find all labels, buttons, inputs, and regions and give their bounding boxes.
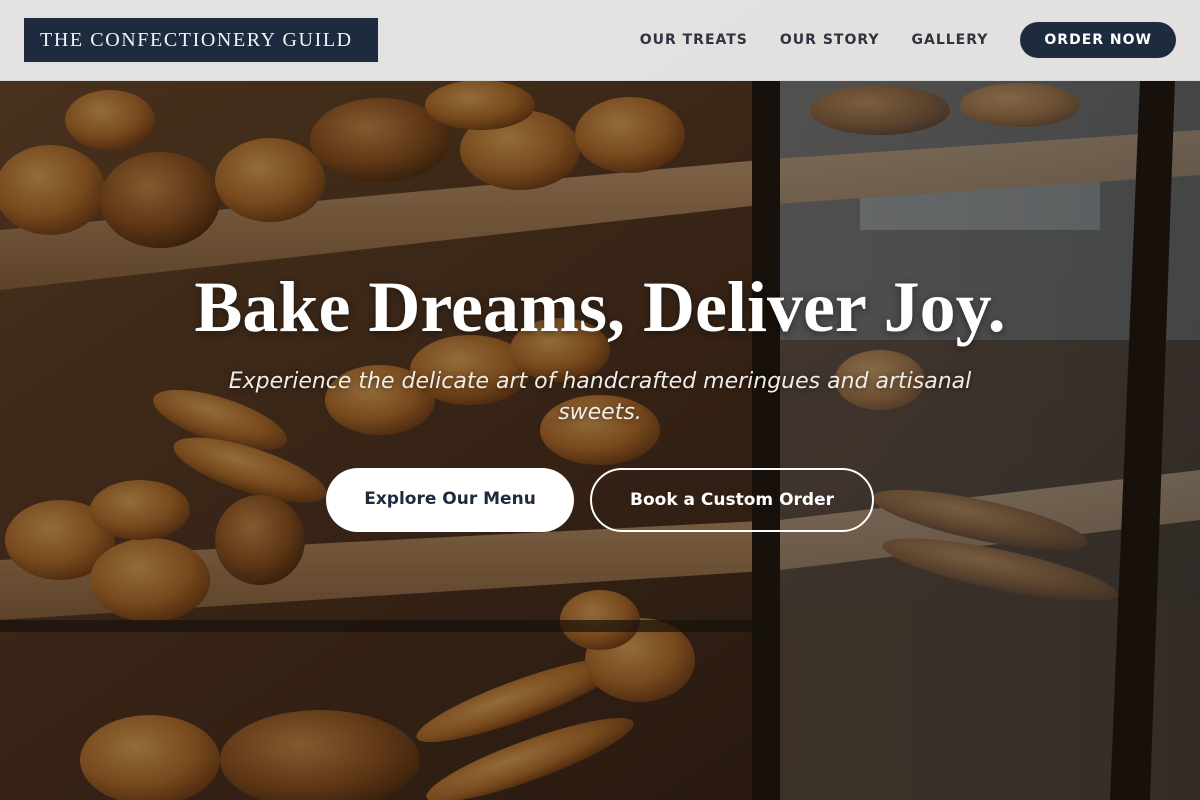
site-header: THE CONFECTIONERY GUILD OUR TREATS OUR S… — [0, 0, 1200, 81]
nav-link-our-story[interactable]: OUR STORY — [780, 32, 880, 48]
nav-link-gallery[interactable]: GALLERY — [912, 32, 989, 48]
hero-button-group: Explore Our Menu Book a Custom Order — [0, 468, 1200, 532]
site-logo[interactable]: THE CONFECTIONERY GUILD — [24, 18, 378, 62]
explore-menu-button[interactable]: Explore Our Menu — [326, 468, 574, 532]
hero-subtitle: Experience the delicate art of handcraft… — [228, 369, 972, 425]
book-custom-order-button[interactable]: Book a Custom Order — [590, 468, 874, 532]
nav-link-our-treats[interactable]: OUR TREATS — [640, 32, 748, 48]
landing-page: THE CONFECTIONERY GUILD OUR TREATS OUR S… — [0, 0, 1200, 800]
order-now-button[interactable]: ORDER NOW — [1020, 22, 1176, 58]
main-nav: OUR TREATS OUR STORY GALLERY ORDER NOW — [640, 22, 1176, 58]
hero-section: Bake Dreams, Deliver Joy. Experience the… — [0, 81, 1200, 800]
hero-title: Bake Dreams, Deliver Joy. — [194, 267, 1006, 347]
